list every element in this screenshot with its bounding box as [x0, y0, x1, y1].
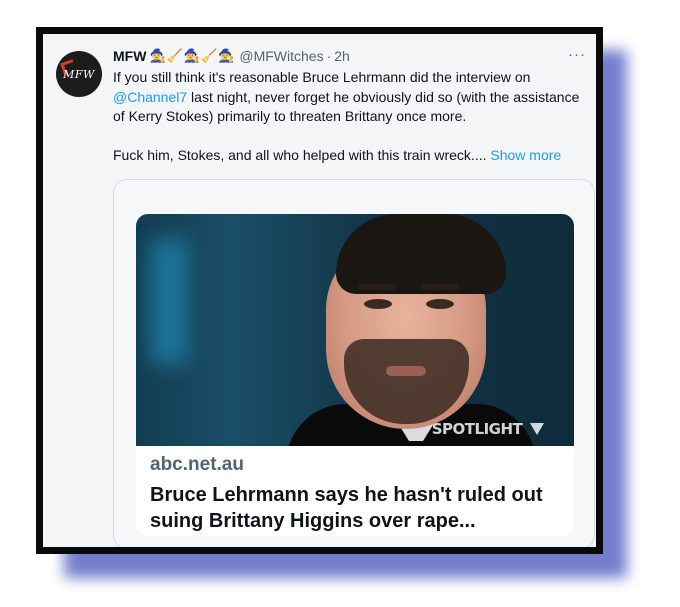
mention-link[interactable]: @Channel7: [113, 89, 187, 105]
display-name[interactable]: MFW: [113, 48, 146, 64]
right-brow: [421, 284, 459, 290]
background-light: [150, 239, 188, 364]
spotlight-watermark: SPOTLIGHT: [432, 420, 544, 438]
witch-emoji-icon: 🧙‍♀️: [218, 48, 235, 63]
tweet-header: MFW 🧙‍♀️ 🧹 🧙‍♀️ 🧹 🧙‍♀️ @MFWitches · 2h: [113, 46, 350, 66]
screenshot-frame: MFW MFW 🧙‍♀️ 🧹 🧙‍♀️ 🧹 🧙‍♀️ @MFWitches · …: [36, 27, 603, 554]
card-title: Bruce Lehrmann says he hasn't ruled out …: [150, 484, 543, 532]
timestamp[interactable]: 2h: [334, 48, 350, 64]
card-info[interactable]: abc.net.au Bruce Lehrmann says he hasn't…: [136, 446, 574, 536]
tweet-text: If you still think it's reasonable Bruce…: [113, 68, 593, 165]
person-photo: [286, 214, 536, 446]
show-more-link[interactable]: Show more: [490, 147, 561, 163]
separator-dot: ·: [326, 48, 332, 64]
left-eye: [364, 299, 392, 309]
seven-logo-icon: [530, 423, 544, 435]
user-handle[interactable]: @MFWitches: [239, 48, 323, 64]
broom-emoji-icon: 🧹: [201, 48, 218, 63]
text-segment: If you still think it's reasonable Bruce…: [113, 69, 531, 85]
avatar-logo-text: MFW: [63, 68, 95, 81]
link-card[interactable]: SPOTLIGHT abc.net.au Bruce Lehrmann says…: [113, 179, 595, 547]
right-eye: [426, 299, 454, 309]
tweet-paragraph-2: Fuck him, Stokes, and all who helped wit…: [113, 146, 593, 166]
mouth: [386, 366, 426, 376]
left-brow: [358, 284, 396, 290]
more-options-icon[interactable]: ···: [568, 46, 586, 63]
broom-emoji-icon: 🧹: [166, 48, 183, 63]
text-segment: Fuck him, Stokes, and all who helped wit…: [113, 146, 491, 163]
card-image[interactable]: SPOTLIGHT: [136, 214, 574, 446]
tweet-paragraph-1: If you still think it's reasonable Bruce…: [113, 68, 593, 127]
spotlight-watermark-text: SPOTLIGHT: [431, 420, 523, 438]
avatar[interactable]: MFW: [56, 51, 102, 97]
card-domain: abc.net.au: [150, 454, 244, 475]
witch-emoji-icon: 🧙‍♀️: [149, 48, 166, 63]
witch-emoji-icon: 🧙‍♀️: [183, 48, 200, 63]
hair: [336, 214, 506, 294]
